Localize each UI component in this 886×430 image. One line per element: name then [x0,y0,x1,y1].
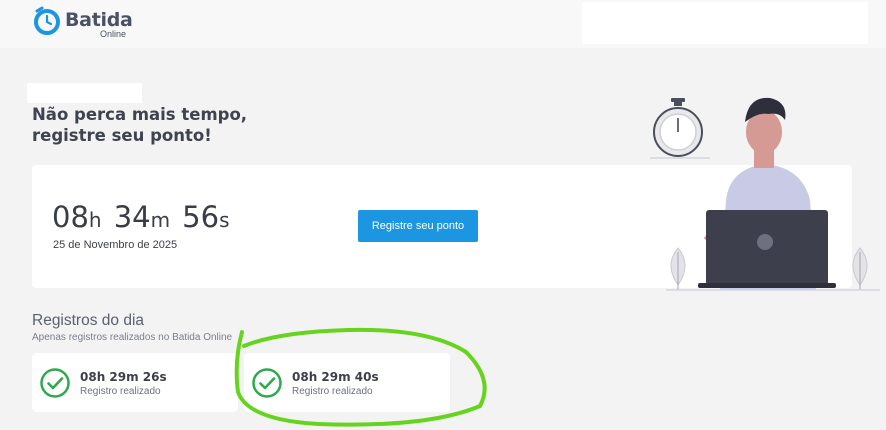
record-time: 08h 29m 40s [292,370,379,384]
check-circle-icon [252,368,282,398]
current-time: 08h 34m 56s [52,200,237,234]
register-punch-button[interactable]: Registre seu ponto [358,210,478,242]
clock-seconds-unit: s [219,208,230,232]
clock-minutes-unit: m [150,208,171,232]
clock-minutes: 34 [113,200,151,234]
top-bar: Batida Online [0,0,886,48]
redacted-header-area [582,2,868,44]
laptop-icon [698,210,836,288]
alarm-clock-icon [34,6,60,35]
records-title: Registros do dia [32,312,145,329]
records-subtitle: Apenas registros realizados no Batida On… [32,332,233,343]
plant-icon-left [670,247,686,290]
brand-logo[interactable]: Batida Online [32,5,142,41]
page-headline: Não perca mais tempo, registre seu ponto… [32,104,247,146]
record-card: 08h 29m 40s Registro realizado [244,353,450,412]
plant-icon-right [852,247,868,290]
record-status: Registro realizado [80,386,161,397]
record-card: 08h 29m 26s Registro realizado [32,353,238,412]
headline-line-1: Não perca mais tempo, [32,105,248,124]
person-with-laptop-illustration [650,97,880,291]
clock-hours: 08 [52,200,89,234]
record-status: Registro realizado [292,386,373,397]
clock-seconds: 56 [182,200,220,234]
check-circle-icon [40,368,70,398]
stopwatch-icon [650,98,710,159]
brand-subtitle: Online [100,29,127,39]
headline-line-2: registre seu ponto! [32,126,212,145]
record-time: 08h 29m 26s [80,370,167,384]
current-date: 25 de Novembro de 2025 [53,239,178,251]
redacted-area [27,83,142,103]
brand-name: Batida [65,9,133,31]
clock-hours-unit: h [88,208,102,232]
